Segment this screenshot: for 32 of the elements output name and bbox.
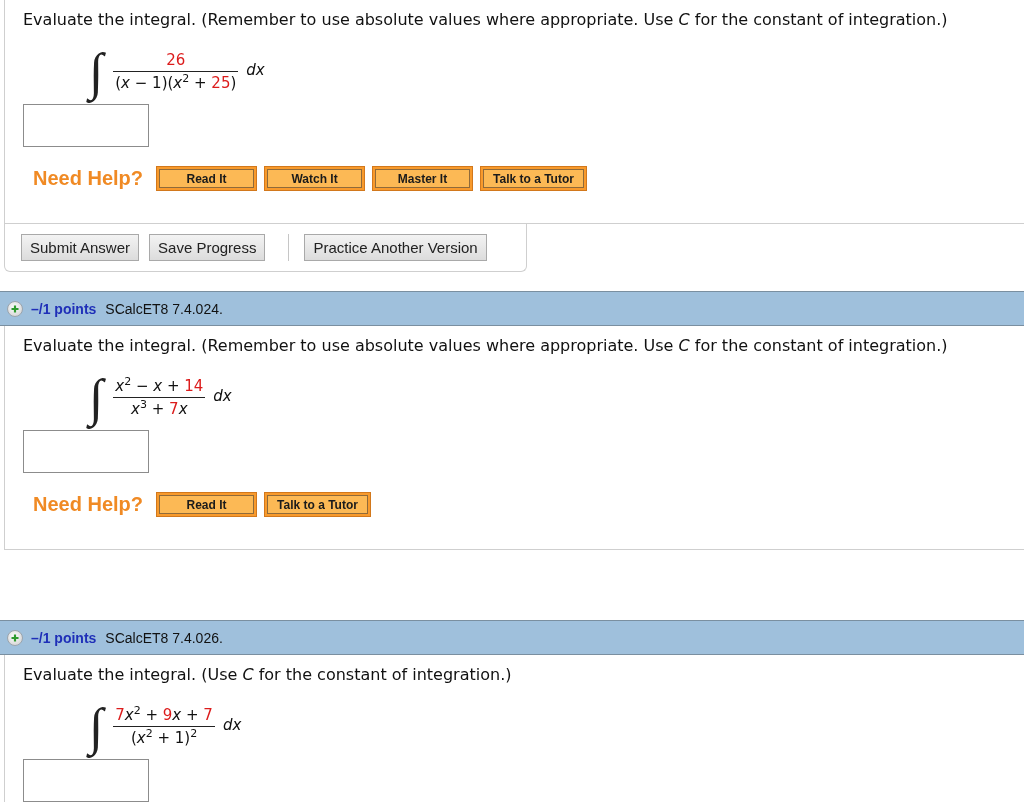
points-label: –/1 points	[31, 300, 97, 317]
help-button[interactable]: Master It	[372, 166, 474, 191]
help-button[interactable]: Talk to a Tutor	[480, 166, 587, 191]
action-button[interactable]: Save Progress	[149, 234, 266, 261]
plus-circle-icon[interactable]	[7, 300, 23, 317]
action-button[interactable]: Practice Another Version	[304, 234, 487, 261]
problem-source-label: SCalcET8 7.4.024.	[105, 300, 223, 317]
fraction-numerator: x$^{2}$ − x + 14	[114, 377, 205, 396]
differential-text: dx	[222, 716, 242, 734]
problem-prompt: Evaluate the integral. (Use C for the constant of integration.)	[23, 665, 513, 684]
answer-field[interactable]	[23, 430, 149, 473]
help-button[interactable]: Read It	[156, 166, 258, 191]
need-help-label: Need Help?	[33, 493, 144, 516]
differential-text: dx	[213, 387, 232, 405]
help-button[interactable]: Read It	[156, 492, 258, 517]
problem-source-label: SCalcET8 7.4.026.	[105, 629, 223, 646]
help-button[interactable]: Watch It	[264, 166, 366, 191]
need-help-label: Need Help?	[33, 167, 144, 190]
differential-text: dx	[246, 61, 265, 79]
answer-field[interactable]	[23, 104, 149, 147]
action-button[interactable]: Submit Answer	[21, 234, 140, 261]
fraction-denominator: x$^{3}$ + 7x	[130, 400, 189, 419]
fraction-numerator: 26	[165, 51, 187, 70]
help-button[interactable]: Talk to a Tutor	[264, 492, 371, 517]
points-label: –/1 points	[31, 629, 97, 646]
fraction-denominator: (x$^{2}$ + 1)$^{2}$	[129, 729, 199, 748]
answer-field[interactable]	[23, 759, 149, 802]
problem-prompt: Evaluate the integral. (Remember to use absolute values where appropriate. Use C for the constant of integration.)	[23, 336, 949, 355]
fraction-numerator: 7x$^{2}$ + 9x + 7	[114, 706, 214, 725]
fraction-denominator: (x − 1)(x$^{2}$ + 25)	[114, 74, 238, 93]
plus-circle-icon[interactable]	[7, 629, 23, 646]
problem-prompt: Evaluate the integral. (Remember to use absolute values where appropriate. Use C for the constant of integration.)	[23, 10, 949, 29]
